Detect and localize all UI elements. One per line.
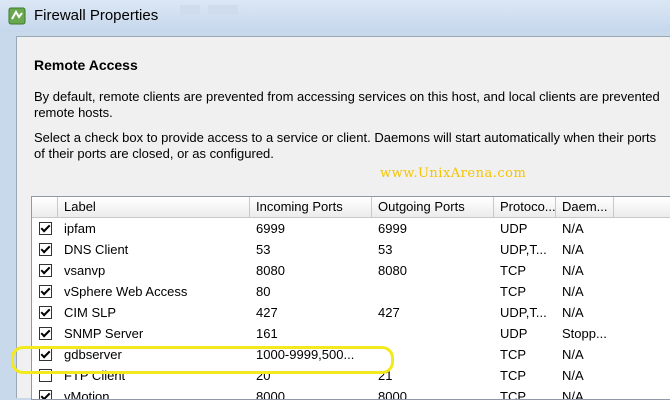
protocol-cell: UDP (500, 221, 528, 236)
protocol-cell: TCP (500, 347, 526, 362)
column-header-outgoing-ports[interactable]: Outgoing Ports (372, 197, 494, 217)
label-cell: ipfam (64, 221, 96, 236)
daemon-cell: N/A (562, 263, 584, 278)
enable-checkbox[interactable] (39, 243, 52, 256)
firewall-panel: Remote Access By default, remote clients… (16, 36, 670, 400)
outgoing-ports-cell (372, 323, 494, 344)
enable-checkbox[interactable] (39, 285, 52, 298)
outgoing-ports-cell: 6999 (378, 221, 407, 236)
daemon-cell: N/A (562, 221, 584, 236)
enable-checkbox[interactable] (39, 306, 52, 319)
description-line: remote hosts. (34, 105, 113, 120)
title-bar: Firewall Properties (0, 0, 670, 32)
label-cell: vsanvp (64, 263, 106, 278)
protocol-cell: TCP (500, 284, 526, 299)
daemon-cell: N/A (562, 368, 584, 383)
incoming-ports-cell: 161 (256, 326, 278, 341)
daemon-cell: N/A (562, 305, 584, 320)
checkbox-column-header[interactable] (32, 197, 58, 217)
table-header: Label Incoming Ports Outgoing Ports Prot… (32, 197, 670, 218)
incoming-ports-cell: 6999 (256, 221, 285, 236)
section-heading: Remote Access (34, 57, 138, 73)
description-paragraph: By default, remote clients are prevented… (34, 89, 670, 121)
daemon-cell: N/A (562, 242, 584, 257)
description-line: By default, remote clients are prevented… (34, 89, 660, 104)
enable-checkbox[interactable] (39, 327, 52, 340)
daemon-cell: N/A (562, 284, 584, 299)
label-cell: CIM SLP (64, 305, 117, 320)
incoming-ports-cell: 8080 (256, 263, 285, 278)
vsphere-logo-icon (8, 7, 26, 25)
outgoing-ports-cell: 427 (378, 305, 400, 320)
table-row[interactable]: CIM SLP 427 427 UDP,T... N/A (32, 302, 670, 323)
enable-checkbox[interactable] (39, 264, 52, 277)
protocol-cell: UDP,T... (500, 242, 547, 257)
watermark: www.UnixArena.com (380, 166, 527, 181)
protocol-cell: UDP,T... (500, 305, 547, 320)
instruction-line: Select a check box to provide access to … (34, 130, 657, 145)
background-blur (208, 5, 238, 15)
label-cell: DNS Client (64, 242, 129, 257)
protocol-cell: UDP (500, 326, 528, 341)
instruction-paragraph: Select a check box to provide access to … (34, 130, 670, 162)
table-row[interactable]: DNS Client 53 53 UDP,T... N/A (32, 239, 670, 260)
daemon-cell: N/A (562, 389, 584, 400)
outgoing-ports-cell: 53 (378, 242, 393, 257)
incoming-ports-cell: 8000 (256, 389, 285, 400)
daemon-cell: N/A (562, 347, 584, 362)
incoming-ports-cell: 427 (256, 305, 278, 320)
column-header-protocol[interactable]: Protoco... (494, 197, 556, 217)
label-cell: vMotion (64, 389, 110, 400)
label-cell: SNMP Server (64, 326, 144, 341)
background-blur (180, 5, 200, 15)
table-row[interactable]: ipfam 6999 6999 UDP N/A (32, 218, 670, 239)
incoming-ports-cell: 53 (256, 242, 271, 257)
table-row[interactable]: vsanvp 8080 8080 TCP N/A (32, 260, 670, 281)
protocol-cell: TCP (500, 368, 526, 383)
table-row[interactable]: vSphere Web Access 80 TCP N/A (32, 281, 670, 302)
protocol-cell: TCP (500, 389, 526, 400)
protocol-cell: TCP (500, 263, 526, 278)
window-title: Firewall Properties (34, 7, 159, 24)
table-row[interactable]: SNMP Server 161 UDP Stopp... (32, 323, 670, 344)
enable-checkbox[interactable] (39, 222, 52, 235)
enable-checkbox[interactable] (39, 390, 52, 399)
column-header-incoming-ports[interactable]: Incoming Ports (250, 197, 372, 217)
column-header-daemon[interactable]: Daem... (556, 197, 614, 217)
instruction-line: of their ports are closed, or as configu… (34, 146, 274, 161)
outgoing-ports-cell: 8080 (378, 263, 407, 278)
daemon-cell: Stopp... (562, 326, 607, 341)
label-cell: vSphere Web Access (64, 284, 188, 299)
highlight-annotation (11, 346, 394, 374)
incoming-ports-cell: 80 (256, 284, 271, 299)
outgoing-ports-cell: 8000 (378, 389, 407, 400)
outgoing-ports-cell (372, 281, 494, 302)
table-row[interactable]: vMotion 8000 8000 TCP N/A (32, 386, 670, 400)
column-header-label[interactable]: Label (58, 197, 250, 217)
